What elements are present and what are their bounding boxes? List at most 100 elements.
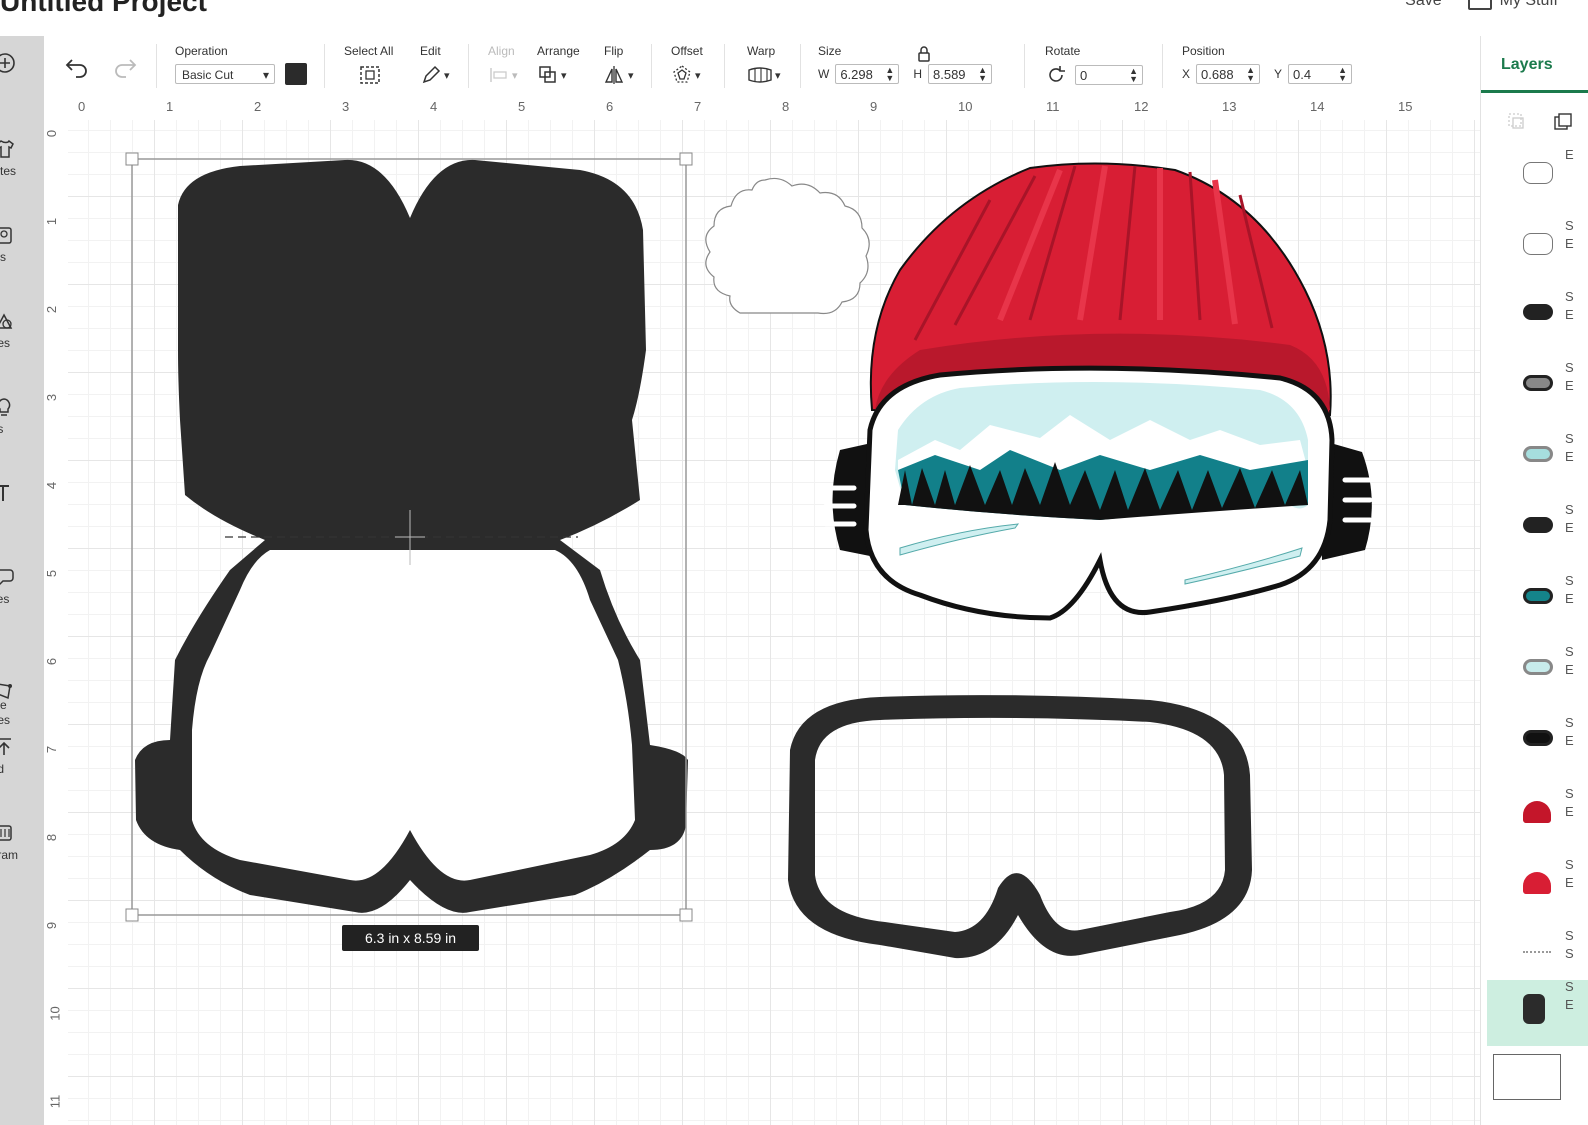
top-actions: Save My Stuff bbox=[1405, 0, 1558, 10]
chevron-down-icon: ▾ bbox=[444, 69, 450, 82]
sidebar-item-new[interactable]: ew bbox=[0, 52, 44, 93]
sidebar-label-images: ges bbox=[0, 422, 4, 436]
layer-thumbnail bbox=[1523, 730, 1553, 746]
pom-pom-shape[interactable] bbox=[705, 177, 870, 315]
x-input[interactable]: 0.688 ▲ ▼ bbox=[1196, 64, 1261, 84]
ruler-tick-label: 9 bbox=[44, 921, 60, 930]
goggle-frame-shape[interactable] bbox=[788, 695, 1252, 959]
stepper-arrows-icon[interactable]: ▲ ▼ bbox=[885, 66, 894, 83]
rotate-icon[interactable] bbox=[1045, 64, 1067, 86]
toolbar-divider bbox=[724, 44, 725, 88]
layer-thumbnail bbox=[1523, 994, 1545, 1024]
sidebar-item-monogram[interactable]: ogram bbox=[0, 822, 44, 863]
layer-item[interactable]: S E bbox=[1519, 360, 1588, 421]
sidebar-item-templates[interactable]: plates bbox=[0, 138, 44, 179]
sidebar-item-projects[interactable]: ects bbox=[0, 224, 44, 265]
width-input[interactable]: 6.298 ▲ ▼ bbox=[835, 64, 900, 84]
y-input[interactable]: 0.4 ▲ ▼ bbox=[1288, 64, 1353, 84]
save-button[interactable]: Save bbox=[1405, 0, 1441, 10]
plus-circle-icon bbox=[0, 52, 16, 74]
sidebar-item-upload[interactable]: oad bbox=[0, 736, 44, 777]
my-stuff-button[interactable]: My Stuff bbox=[1467, 0, 1558, 10]
lock-aspect-button[interactable] bbox=[917, 46, 931, 65]
ruler-tick-label: 13 bbox=[1222, 99, 1237, 114]
offset-group[interactable]: Offset ▾ bbox=[671, 44, 703, 86]
duplicate-icon[interactable] bbox=[1553, 112, 1573, 137]
project-title[interactable]: Untitled Project bbox=[0, 0, 207, 18]
resize-handle[interactable] bbox=[679, 152, 693, 166]
layer-item[interactable]: E bbox=[1519, 147, 1588, 208]
layer-label: S E bbox=[1565, 289, 1574, 322]
rotate-input[interactable]: 0 ▲ ▼ bbox=[1075, 65, 1143, 85]
layer-item[interactable]: S E bbox=[1519, 786, 1588, 847]
ruler-tick-label: 4 bbox=[44, 481, 60, 490]
top-bar: Untitled Project Save My Stuff bbox=[0, 0, 1588, 37]
ruler-tick-label: 3 bbox=[342, 99, 350, 114]
layer-label: E bbox=[1565, 147, 1574, 162]
arrange-label: Arrange bbox=[537, 44, 580, 58]
ruler-tick-label: 6 bbox=[606, 99, 614, 114]
base-shape[interactable] bbox=[135, 159, 688, 913]
resize-handle[interactable] bbox=[125, 908, 139, 922]
flip-group[interactable]: Flip ▾ bbox=[604, 44, 634, 86]
stepper-arrows-icon[interactable]: ▲ ▼ bbox=[1338, 66, 1347, 83]
layer-item[interactable]: S E bbox=[1519, 289, 1588, 350]
sidebar-item-text[interactable]: ext bbox=[0, 482, 44, 523]
ruler-tick-label: 3 bbox=[44, 393, 60, 402]
select-all-group[interactable]: Select All bbox=[344, 44, 393, 89]
layer-item[interactable]: S E bbox=[1519, 431, 1588, 492]
layer-label: S E bbox=[1565, 218, 1574, 251]
sidebar-item-phrases[interactable]: ases bbox=[0, 566, 44, 607]
stepper-arrows-icon[interactable]: ▲ ▼ bbox=[978, 66, 987, 83]
height-input[interactable]: 8.589 ▲ ▼ bbox=[928, 64, 992, 84]
layers-tab[interactable]: Layers bbox=[1501, 56, 1553, 74]
toolbar-divider bbox=[468, 44, 469, 88]
align-group[interactable]: Align ▾ bbox=[488, 44, 518, 86]
layer-item[interactable]: S E bbox=[1519, 502, 1588, 563]
group-icon[interactable] bbox=[1507, 112, 1527, 137]
sidebar-item-editable-images[interactable]: able ages bbox=[0, 644, 44, 742]
editable-images-icon bbox=[0, 658, 16, 700]
undo-button[interactable] bbox=[64, 56, 90, 81]
layer-label: S E bbox=[1565, 573, 1574, 606]
edit-toolbar: Operation Basic Cut Select All Edit ▾ Al… bbox=[44, 36, 1480, 97]
ruler-tick-label: 2 bbox=[254, 99, 262, 114]
operation-select[interactable]: Basic Cut bbox=[175, 64, 275, 85]
layer-item[interactable]: S E bbox=[1519, 218, 1588, 279]
layer-label: S E bbox=[1565, 431, 1574, 464]
sidebar-item-shapes[interactable]: apes bbox=[0, 310, 44, 351]
redo-button[interactable] bbox=[112, 56, 138, 81]
toolbar-divider bbox=[1162, 44, 1163, 88]
warp-group[interactable]: Warp ▾ bbox=[747, 44, 781, 86]
chevron-down-icon: ▾ bbox=[628, 69, 634, 82]
layers-panel: Layers E S E S E S E S E S E S E S E S E S E S E S … bbox=[1480, 36, 1588, 1125]
select-all-icon bbox=[360, 66, 380, 84]
sidebar-item-images[interactable]: ges bbox=[0, 396, 44, 437]
edit-group[interactable]: Edit ▾ bbox=[420, 44, 450, 86]
layers-tab-underline bbox=[1481, 90, 1588, 93]
resize-handle[interactable] bbox=[125, 152, 139, 166]
arrange-group[interactable]: Arrange ▾ bbox=[537, 44, 580, 86]
layer-item[interactable]: S E bbox=[1519, 857, 1588, 918]
pencil-icon bbox=[422, 65, 441, 84]
layer-item[interactable]: S E bbox=[1519, 573, 1588, 634]
canvas-preview-box[interactable] bbox=[1493, 1054, 1561, 1100]
stepper-arrows-icon[interactable]: ▲ ▼ bbox=[1129, 67, 1138, 84]
ruler-tick-label: 6 bbox=[44, 657, 60, 666]
stepper-arrows-icon[interactable]: ▲ ▼ bbox=[1246, 66, 1255, 83]
layer-label: S E bbox=[1565, 644, 1574, 677]
rotate-value: 0 bbox=[1080, 67, 1088, 83]
design-canvas[interactable] bbox=[68, 120, 1480, 1125]
layer-item[interactable]: S E bbox=[1487, 979, 1588, 1046]
resize-handle[interactable] bbox=[679, 908, 693, 922]
sidebar-label-upload: oad bbox=[0, 762, 5, 776]
upload-icon bbox=[0, 736, 16, 758]
select-all-label: Select All bbox=[344, 44, 394, 58]
my-stuff-label: My Stuff bbox=[1499, 0, 1558, 9]
color-swatch[interactable] bbox=[285, 63, 307, 85]
layer-item[interactable]: S E bbox=[1519, 715, 1588, 776]
flip-label: Flip bbox=[604, 44, 624, 58]
y-value: 0.4 bbox=[1293, 66, 1312, 82]
layer-item[interactable]: S E bbox=[1519, 644, 1588, 705]
hat-goggles-artwork[interactable] bbox=[823, 162, 1373, 621]
